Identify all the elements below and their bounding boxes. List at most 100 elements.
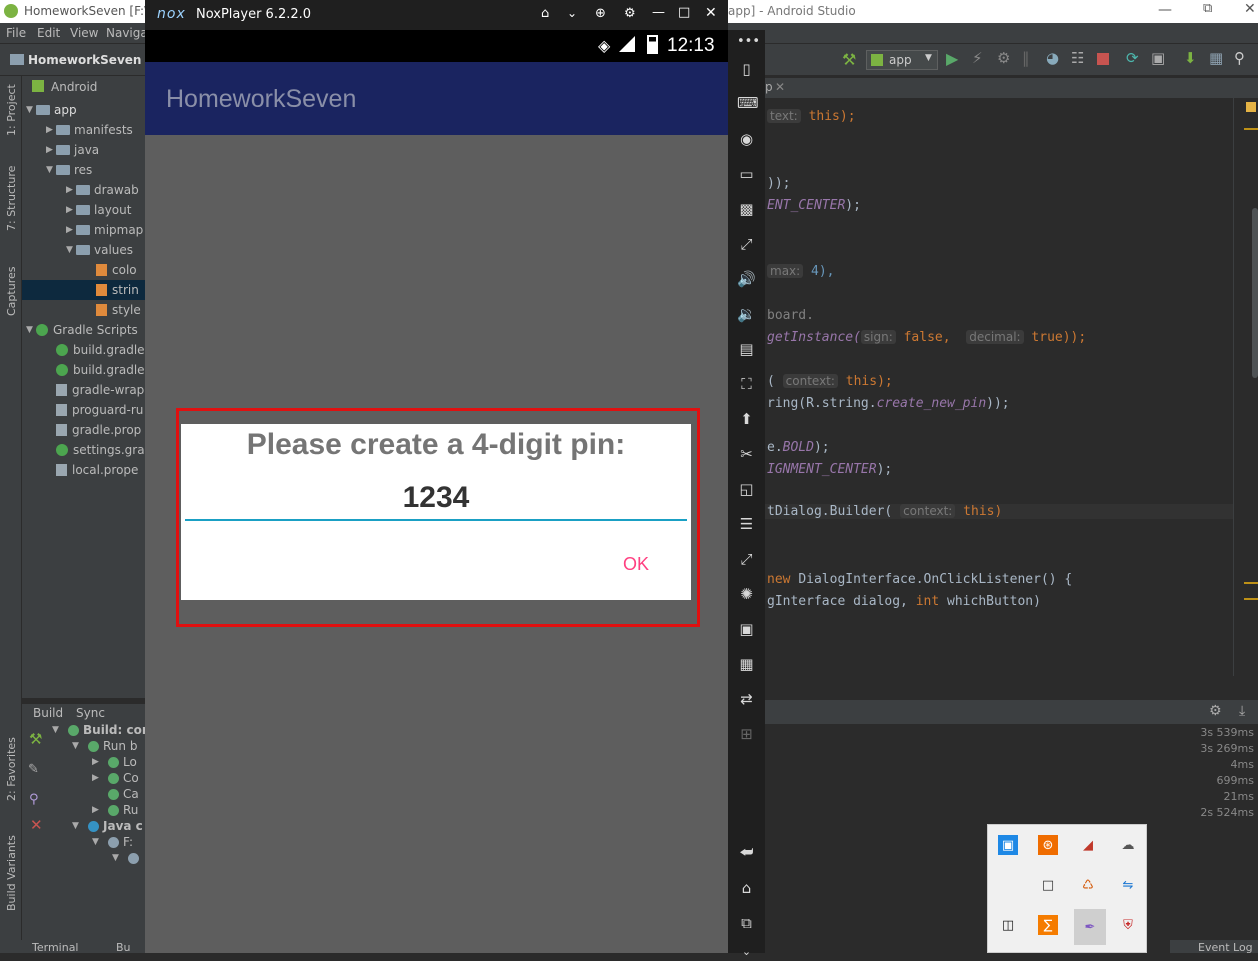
ccleaner-icon[interactable]: ♺ xyxy=(1078,875,1098,895)
tree-item[interactable]: ▶ drawab xyxy=(22,180,145,200)
close-icon[interactable]: ✕ xyxy=(705,5,717,21)
home-icon[interactable]: ⌂ xyxy=(541,6,549,21)
phone-icon[interactable]: ▯ xyxy=(737,60,756,79)
multi-window-icon[interactable]: ◱ xyxy=(737,480,756,499)
error-stripe[interactable] xyxy=(1244,128,1258,130)
expand-arrow-icon[interactable]: ▼ xyxy=(72,741,82,751)
editor-scroll-gutter[interactable] xyxy=(1233,98,1258,676)
expand-arrow-icon[interactable]: ▼ xyxy=(72,821,82,831)
hammer-icon[interactable]: ⚒ xyxy=(842,50,856,69)
device-icon[interactable]: ☷ xyxy=(1071,49,1084,67)
maximize-icon[interactable]: □ xyxy=(678,5,690,20)
gear-icon[interactable]: ⚙ xyxy=(624,6,636,21)
tree-item[interactable]: build.gradle xyxy=(22,340,145,360)
scrollbar-thumb[interactable] xyxy=(1252,208,1258,378)
apk-install-icon[interactable]: ⬆ xyxy=(737,410,756,429)
screenshot-icon[interactable]: ⛶ xyxy=(737,375,756,394)
volume-up-icon[interactable]: 🔊 xyxy=(737,270,756,289)
expand-arrow-icon[interactable]: ▶ xyxy=(92,805,102,815)
tree-item[interactable]: ▶ manifests xyxy=(22,120,145,140)
keyboard-icon[interactable]: ⌨ xyxy=(737,94,759,113)
build-tree-item[interactable]: ▶ Co xyxy=(92,770,139,786)
hide-icon[interactable]: ⤓ xyxy=(1239,703,1245,719)
menu-navigate[interactable]: Naviga xyxy=(106,26,148,40)
sdk-manager-icon[interactable]: ⬇ xyxy=(1184,49,1197,67)
minimize-icon[interactable]: — xyxy=(1158,2,1172,18)
robot-icon[interactable]: ▩ xyxy=(737,200,756,219)
pin-icon[interactable]: ⊕ xyxy=(595,6,606,21)
ok-button[interactable]: OK xyxy=(611,550,661,578)
expand-arrow-icon[interactable]: ▼ xyxy=(26,105,36,115)
xampp-icon[interactable]: ⊛ xyxy=(1038,835,1058,855)
tree-item[interactable]: strin xyxy=(22,280,145,300)
onedrive-icon[interactable]: ☁ xyxy=(1118,835,1138,855)
teamviewer-icon[interactable]: ⇋ xyxy=(1118,875,1138,895)
home-icon[interactable]: ⌂ xyxy=(737,879,756,898)
collapse-arrow-icon[interactable]: ▶ xyxy=(46,125,56,135)
tab-build-bottom[interactable]: Bu xyxy=(116,941,131,954)
build-tree-item[interactable]: ▼ Run b xyxy=(72,738,137,754)
toggle-view-icon[interactable]: ✎ xyxy=(28,762,39,777)
loading-icon[interactable]: ✺ xyxy=(737,585,756,604)
tree-item[interactable]: style xyxy=(22,300,145,320)
breadcrumb[interactable]: HomeworkSeven xyxy=(28,53,141,67)
tab-sync[interactable]: Sync xyxy=(76,706,105,720)
error-stripe[interactable] xyxy=(1244,598,1258,600)
build-tree-item[interactable]: ▼ Build: cor xyxy=(52,722,148,738)
tree-item[interactable]: gradle.prop xyxy=(22,420,145,440)
menu-edit[interactable]: Edit xyxy=(37,26,60,40)
expand-arrow-icon[interactable]: ▼ xyxy=(112,853,122,863)
expand-arrow-icon[interactable]: ▶ xyxy=(92,757,102,767)
build-tree-item[interactable]: ▼ Java c xyxy=(72,818,143,834)
location-icon[interactable]: ◉ xyxy=(737,130,756,149)
expand-arrow-icon[interactable]: ▶ xyxy=(92,773,102,783)
pin-icon[interactable]: ⚲ xyxy=(29,792,39,807)
collapse-arrow-icon[interactable]: ▶ xyxy=(66,185,76,195)
add-icon[interactable]: ⊞ xyxy=(737,725,756,744)
menu-lines-icon[interactable]: ☰ xyxy=(737,515,756,534)
security-shield-icon[interactable]: ⛨ xyxy=(1118,915,1138,935)
tree-item[interactable]: ▶ mipmap xyxy=(22,220,145,240)
close-tab-icon[interactable]: ✕ xyxy=(775,80,785,94)
sync-icon[interactable]: ⟳ xyxy=(1126,49,1139,67)
run-icon[interactable]: ▶ xyxy=(946,49,958,68)
back-icon[interactable]: ⮨ xyxy=(737,843,756,862)
video-record-icon[interactable]: ▣ xyxy=(737,620,756,639)
tree-item[interactable]: colo xyxy=(22,260,145,280)
apply-changes-icon[interactable]: ⚡ xyxy=(972,49,983,67)
tree-item[interactable]: ▼ Gradle Scripts xyxy=(22,320,145,340)
transfer-icon[interactable]: ⇄ xyxy=(737,690,756,709)
build-tree-item[interactable]: Ca xyxy=(92,786,139,802)
expand-arrow-icon[interactable]: ▼ xyxy=(66,245,76,255)
expand-arrow-icon[interactable]: ▼ xyxy=(26,325,36,335)
collapse-arrow-icon[interactable]: ▶ xyxy=(66,225,76,235)
build-tree-item[interactable]: ▼ xyxy=(112,850,143,866)
build-tree-item[interactable]: ▼ F: xyxy=(92,834,133,850)
tab-structure[interactable]: 7: Structure xyxy=(5,166,18,231)
hammer-icon[interactable]: ⚒ xyxy=(29,730,42,748)
collapse-arrow-icon[interactable]: ▶ xyxy=(46,145,56,155)
collapse-arrow-icon[interactable]: ▶ xyxy=(66,205,76,215)
project-view-selector[interactable]: Android xyxy=(51,80,97,94)
gear-icon[interactable]: ⚙ xyxy=(1209,703,1222,719)
tree-item[interactable]: gradle-wrap xyxy=(22,380,145,400)
usb-icon[interactable]: ◫ xyxy=(998,915,1018,935)
gamepad-icon[interactable]: ▦ xyxy=(737,655,756,674)
minimize-icon[interactable]: — xyxy=(652,5,665,20)
stop-icon[interactable] xyxy=(1097,53,1109,65)
tab-project[interactable]: 1: Project xyxy=(5,84,18,136)
avd-manager-icon[interactable]: ▣ xyxy=(1151,49,1165,67)
resize-icon[interactable]: ⤢ xyxy=(737,550,756,569)
tree-item[interactable]: settings.gra xyxy=(22,440,145,460)
tree-item[interactable]: ▶ java xyxy=(22,140,145,160)
tree-item[interactable]: proguard-ru xyxy=(22,400,145,420)
feather-icon[interactable]: ✒ xyxy=(1074,909,1106,945)
pin-input[interactable] xyxy=(185,476,687,521)
window-icon[interactable]: □ xyxy=(1038,875,1058,895)
debug-icon[interactable]: ⚙ xyxy=(997,49,1010,67)
toolbox-icon[interactable]: ▤ xyxy=(737,340,756,359)
error-stripe[interactable] xyxy=(1244,582,1258,584)
tab-event-log[interactable]: Event Log xyxy=(1198,941,1253,954)
tree-item[interactable]: ▼ app xyxy=(22,100,145,120)
menu-file[interactable]: File xyxy=(6,26,26,40)
